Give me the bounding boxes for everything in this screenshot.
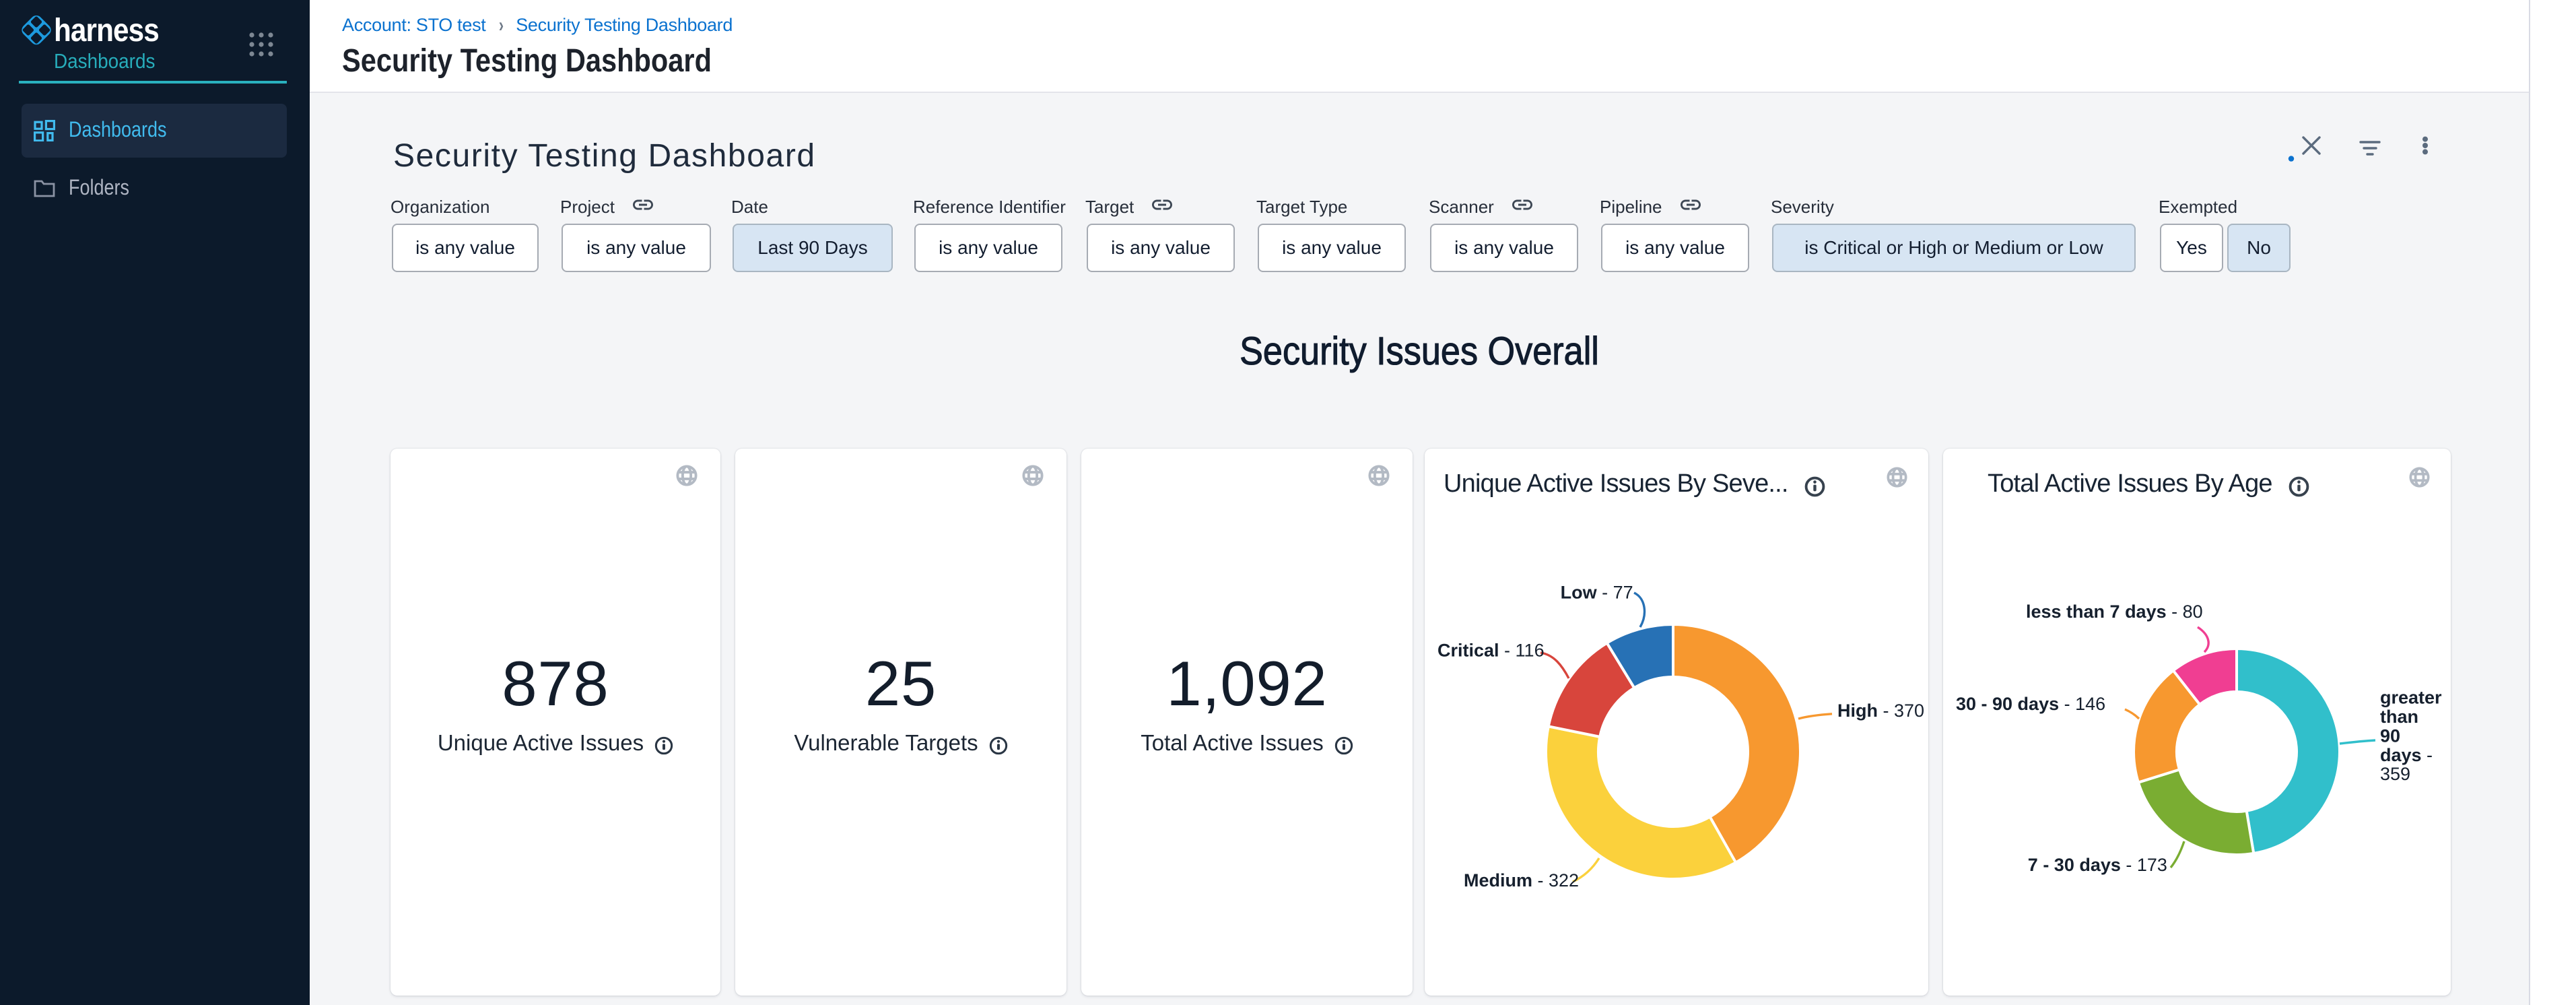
svg-text:90: 90 [2380,725,2400,746]
svg-text:Critical - 116: Critical - 116 [1437,641,1545,661]
svg-text:7 - 30 days - 173: 7 - 30 days - 173 [2028,855,2167,875]
svg-text:High - 370: High - 370 [1837,701,1924,721]
svg-text:Medium - 322: Medium - 322 [1464,870,1579,890]
svg-text:greater: greater [2380,688,2442,708]
svg-text:Low - 77: Low - 77 [1561,582,1633,602]
svg-text:days -: days - [2380,745,2433,765]
svg-text:30 - 90 days - 146: 30 - 90 days - 146 [1956,694,2105,714]
svg-text:than: than [2380,707,2418,727]
svg-text:359: 359 [2380,764,2410,784]
svg-text:less than 7 days - 80: less than 7 days - 80 [2026,602,2203,622]
